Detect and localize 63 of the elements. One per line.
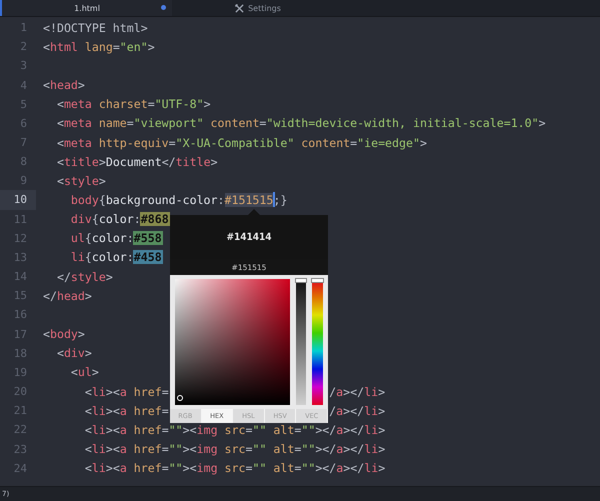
code-text: ;} xyxy=(273,192,288,207)
line-number: 7 xyxy=(19,135,28,152)
picker-handle[interactable] xyxy=(177,395,183,401)
line-number: 21 xyxy=(12,403,28,420)
editor-tab[interactable]: Settings xyxy=(172,0,344,16)
brightness-slider[interactable] xyxy=(296,279,306,405)
color-swatch: #868 xyxy=(140,212,170,226)
saturation-gradient[interactable] xyxy=(175,279,290,405)
code-text: <meta name="viewport" content="width=device-width, initial-scale=1.0"> xyxy=(56,116,546,130)
hue-slider[interactable] xyxy=(312,279,323,405)
code-text: <div> xyxy=(56,346,92,360)
code-text: <!DOCTYPE html> xyxy=(43,20,148,35)
code-text: <li><a href= xyxy=(84,384,169,399)
line-number: 2 xyxy=(19,39,28,56)
line-number: 12 xyxy=(12,230,28,247)
color-swatch: #558 xyxy=(132,231,163,246)
code-text: </style> xyxy=(56,270,113,284)
line-number: 8 xyxy=(19,154,28,170)
code-text: <meta http-equiv="X-UA-Compatible" content="ie=edge"> xyxy=(56,136,427,150)
line-number: 10 xyxy=(0,190,36,210)
line-number: 24 xyxy=(12,460,28,477)
line-number: 5 xyxy=(19,96,28,113)
code-text: <title>Document</title> xyxy=(56,154,218,169)
code-text: div{color: xyxy=(70,212,141,226)
line-number: 23 xyxy=(12,442,28,458)
color-value: #141414 xyxy=(226,232,272,242)
slider-handle[interactable] xyxy=(311,278,324,283)
line-number: 6 xyxy=(19,116,28,132)
code-text: <html lang="en"> xyxy=(43,40,155,54)
line-number: 17 xyxy=(12,326,28,343)
editor-tab[interactable]: 1.html xyxy=(0,0,172,16)
tools-icon xyxy=(235,4,244,12)
line-number: 4 xyxy=(19,78,28,94)
code-text: <head> xyxy=(43,78,85,92)
code-text: body{background-color: xyxy=(70,192,224,207)
code-text: /a></li> xyxy=(329,404,386,418)
line-number: 15 xyxy=(12,288,28,304)
code-text: <li><a href=""><img src="" alt=""></a></li> xyxy=(84,422,386,437)
code-text: <meta charset="UTF-8"> xyxy=(56,97,211,112)
code-text: <li><a href= xyxy=(84,404,169,418)
line-number: 20 xyxy=(12,384,28,400)
line-number: 11 xyxy=(12,212,28,228)
line-number: 9 xyxy=(19,173,28,190)
code-text: </head> xyxy=(43,288,92,303)
code-text: <li><a href=""><img src="" alt=""></a></li> xyxy=(84,461,386,476)
line-number: 14 xyxy=(12,269,28,286)
code-text: <style> xyxy=(56,174,106,188)
line-number: 18 xyxy=(12,346,28,362)
code-text: ul{color: xyxy=(70,231,134,246)
code-text: <ul> xyxy=(70,365,99,380)
color-swatch: #458 xyxy=(132,250,163,264)
line-number: 16 xyxy=(12,307,28,324)
line-number: 19 xyxy=(12,364,28,381)
code-text: /a></li> xyxy=(329,384,386,399)
selected-text: #151515 xyxy=(224,192,274,207)
slider-handle[interactable] xyxy=(295,278,308,283)
code-text: <body> xyxy=(43,327,85,342)
line-number: 13 xyxy=(12,250,28,266)
line-number: 22 xyxy=(12,422,28,438)
code-text: <li><a href=""><img src="" alt=""></a></li> xyxy=(84,442,386,456)
line-number: 1 xyxy=(19,20,28,36)
code-text: li{color: xyxy=(70,250,134,264)
line-number: 3 xyxy=(19,58,28,74)
